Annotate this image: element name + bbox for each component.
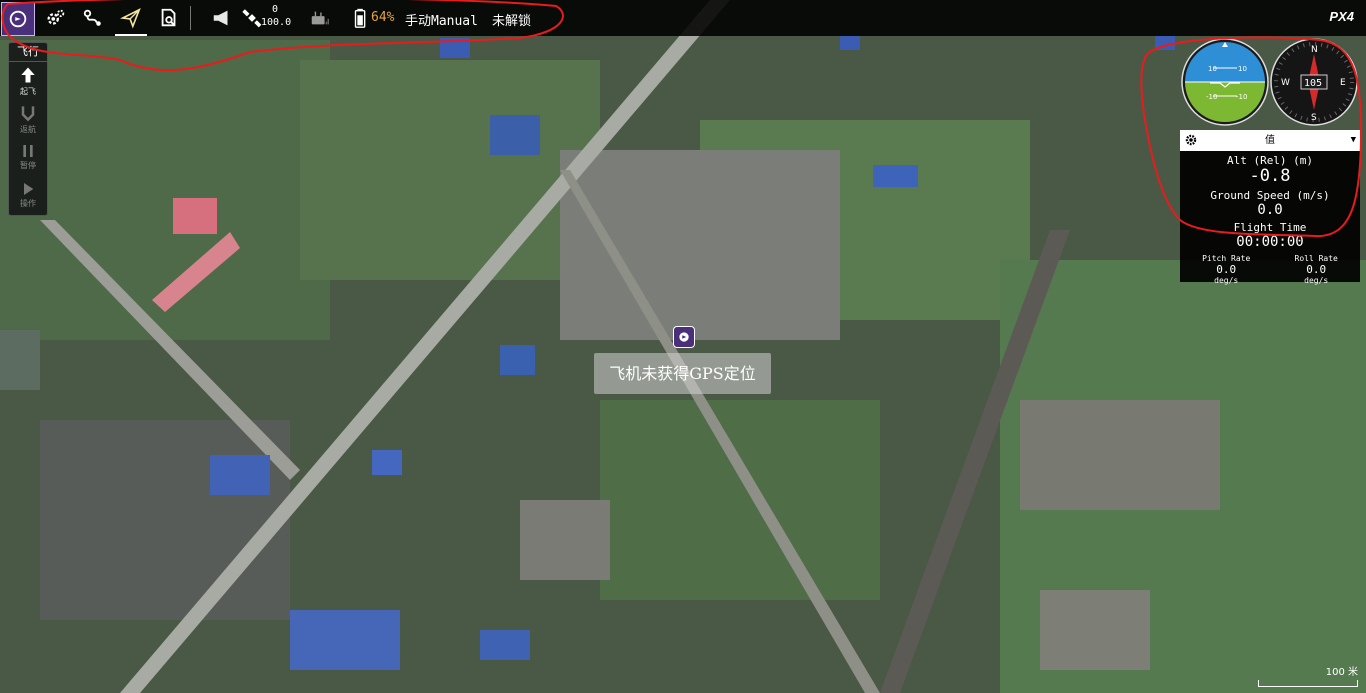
map-scale-bar [1258, 680, 1358, 687]
pause-label: 暂停 [20, 161, 36, 170]
toolbar-divider [190, 6, 191, 30]
compass-west: W [1281, 78, 1290, 88]
battery-percent: 64% [371, 10, 395, 25]
plan-route-icon[interactable] [77, 2, 109, 34]
return-button[interactable]: 返航 [9, 100, 47, 138]
flight-instruments: 10 10 -10 -10 N E S W 105 [1181, 38, 1358, 126]
panel-gear-icon[interactable] [1184, 133, 1198, 147]
top-toolbar: 0 100.0 64% 手动Manual 未解锁 PX4 [0, 0, 1366, 36]
pitch-rate-label: Pitch Rate [1202, 254, 1251, 263]
gps-status-message: 飞机未获得GPS定位 [594, 353, 771, 394]
megaphone-icon[interactable] [206, 2, 238, 34]
pitch-rate-value: 0.0 [1216, 263, 1237, 276]
flight-mode[interactable]: 手动Manual [405, 10, 478, 29]
return-label: 返航 [20, 125, 36, 134]
ground-speed-label: Ground Speed (m/s) [1210, 189, 1330, 202]
action-label: 操作 [20, 199, 36, 208]
panel-dropdown-icon[interactable]: ▼ [1351, 130, 1356, 151]
fly-paper-plane-icon[interactable] [115, 2, 147, 36]
pitch-mark-up-right: 10 [1238, 65, 1247, 73]
pitch-rate-block: Pitch Rate 0.0 deg/s [1202, 254, 1250, 285]
flight-time-value: 00:00:00 [1236, 234, 1304, 250]
app-logo-icon[interactable] [1, 2, 35, 36]
roll-rate-value: 0.0 [1306, 263, 1327, 276]
pause-icon [23, 145, 33, 157]
roll-rate-label: Roll Rate [1294, 254, 1338, 263]
remote-control-icon[interactable] [304, 2, 336, 34]
pitch-rate-unit: deg/s [1214, 276, 1239, 285]
takeoff-label: 起飞 [20, 87, 36, 96]
pitch-mark-down-right: -10 [1236, 93, 1247, 101]
analyze-doc-icon[interactable] [153, 2, 185, 34]
roll-rate-block: Roll Rate 0.0 deg/s [1295, 254, 1338, 285]
fly-toolbar: 飞行 起飞 返航 暂停 操作 [8, 42, 48, 216]
settings-gear-icon[interactable] [40, 2, 72, 34]
map-scale-label: 100 米 [1325, 667, 1358, 678]
px4-brand-logo: PX4 [1329, 9, 1354, 24]
alt-value: -0.8 [1249, 166, 1291, 186]
compass-east: E [1340, 78, 1346, 88]
ground-speed-value: 0.0 [1257, 202, 1283, 218]
return-icon [21, 106, 35, 122]
compass-north: N [1311, 45, 1318, 55]
flight-time-label: Flight Time [1233, 221, 1307, 234]
takeoff-arrow-icon [21, 67, 35, 83]
values-panel-header: 值 ▼ [1180, 130, 1360, 151]
battery-icon[interactable] [350, 2, 372, 34]
compass-south: S [1311, 113, 1317, 123]
fly-toolbar-title: 飞行 [9, 43, 47, 62]
values-panel-title: 值 [1265, 135, 1275, 146]
arm-status[interactable]: 未解锁 [492, 10, 531, 29]
attitude-indicator: 10 10 -10 -10 [1181, 38, 1269, 126]
pause-button[interactable]: 暂停 [9, 138, 47, 176]
roll-rate-unit: deg/s [1304, 276, 1329, 285]
pitch-mark-down-left: -10 [1206, 93, 1217, 101]
gps-hdop: 100.0 [261, 17, 292, 28]
compass-dial: N E S W 105 [1270, 38, 1358, 126]
gps-count: 0 [272, 4, 279, 15]
vehicle-marker-icon[interactable] [673, 326, 695, 348]
values-panel: 值 ▼ Alt (Rel) (m) -0.8 Ground Speed (m/s… [1180, 130, 1360, 285]
map-scale: 100 米 [1258, 663, 1358, 687]
play-icon [24, 183, 34, 195]
compass-heading: 105 [1304, 78, 1322, 89]
takeoff-button[interactable]: 起飞 [9, 62, 47, 100]
pitch-mark-up-left: 10 [1208, 65, 1217, 73]
action-button[interactable]: 操作 [9, 176, 47, 214]
